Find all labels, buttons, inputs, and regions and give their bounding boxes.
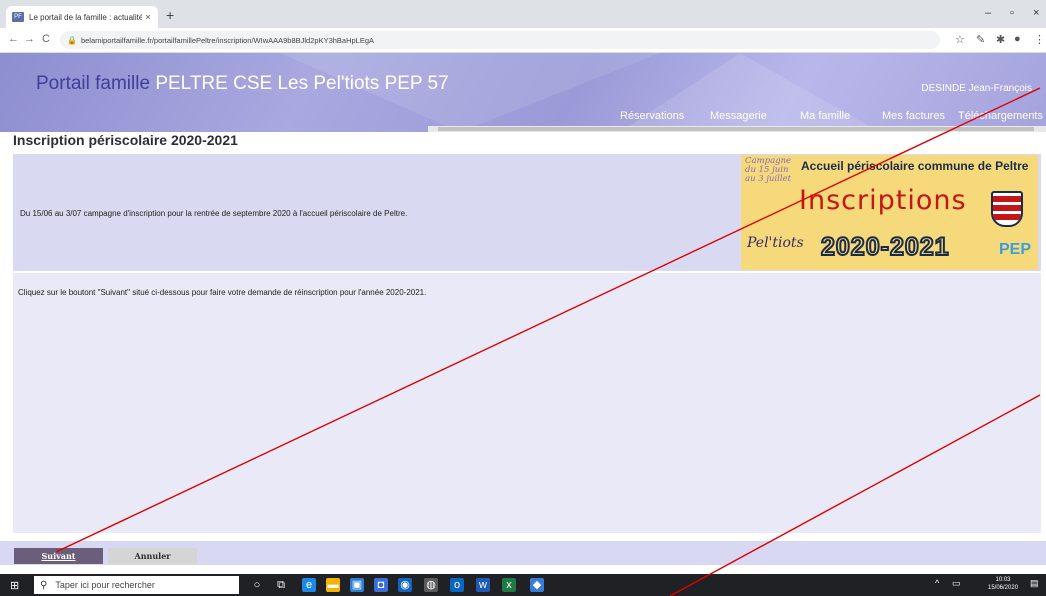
clock-date: 15/06/2020 xyxy=(988,585,1019,591)
windows-taskbar: ⊞ ⚲ Taper ici pour rechercher ○ ⧉ e ▬ ▣ … xyxy=(0,574,1046,596)
notification-center-icon[interactable]: ▤ xyxy=(1030,578,1039,589)
nav-messagerie[interactable]: Messagerie xyxy=(710,110,767,122)
browser-tab-bar: PF Le portail de la famille : actualités… xyxy=(0,0,1046,28)
tab-close-icon[interactable]: × xyxy=(142,12,154,22)
campaign-panel: Du 15/06 au 3/07 campagne d'inscription … xyxy=(13,154,1041,271)
cortana-icon[interactable]: ○ xyxy=(250,578,264,592)
cancel-button[interactable]: Annuler xyxy=(108,548,197,564)
file-explorer-icon[interactable]: ▬ xyxy=(326,578,340,592)
task-view-icon[interactable]: ⧉ xyxy=(274,578,288,592)
new-tab-button[interactable]: + xyxy=(166,8,174,22)
taskbar-search[interactable]: ⚲ Taper ici pour rechercher xyxy=(34,576,239,594)
clock-time: 10:03 xyxy=(995,577,1011,583)
edge-icon[interactable]: e xyxy=(302,578,316,592)
portal-site-name: PELTRE CSE Les Pel'tiots PEP 57 xyxy=(155,73,449,94)
nav-mes-factures[interactable]: Mes factures xyxy=(882,110,945,122)
close-window-button[interactable]: × xyxy=(1033,7,1039,19)
scrollbar-thumb[interactable] xyxy=(438,127,1034,131)
outlook-icon[interactable]: ◘ xyxy=(374,578,388,592)
inscription-banner-image: Campagne du 15 juin au 3 juillet Accueil… xyxy=(741,155,1038,270)
banner-peltiots-sign: Pel'tiots xyxy=(747,235,804,251)
profile-icon[interactable]: ● xyxy=(1014,33,1021,45)
system-clock[interactable]: 10:03 15/06/2020 xyxy=(988,576,1018,592)
url-text: belamiportailfamille.fr/portailfamillePe… xyxy=(80,35,375,45)
forward-button[interactable]: → xyxy=(24,33,35,45)
nav-ma-famille[interactable]: Ma famille xyxy=(800,110,850,122)
app-icon[interactable]: ◆ xyxy=(530,578,544,592)
search-icon: ⚲ xyxy=(40,579,48,591)
instruction-panel: Cliquez sur le boutont "Suivant" situé c… xyxy=(13,273,1041,533)
teams-outlook-icon[interactable]: o xyxy=(450,578,464,592)
banner-inscriptions: Inscriptions xyxy=(799,185,967,216)
back-button[interactable]: ← xyxy=(8,33,19,45)
banner-year: 2020-2021 xyxy=(820,232,950,262)
user-name[interactable]: DESINDE Jean-François xyxy=(921,83,1032,94)
app-icon[interactable]: ◉ xyxy=(398,578,412,592)
windows-start-icon[interactable]: ⊞ xyxy=(10,579,19,592)
bookmark-star-icon[interactable]: ☆ xyxy=(955,33,965,46)
coat-of-arms-icon xyxy=(991,191,1023,227)
minimize-button[interactable]: – xyxy=(985,7,991,19)
tray-chevron-icon[interactable]: ^ xyxy=(935,578,939,588)
portal-title[interactable]: Portail famille PELTRE CSE Les Pel'tiots… xyxy=(36,73,449,95)
banner-campaign-dates: Campagne du 15 juin au 3 juillet xyxy=(745,156,792,184)
nav-reservations[interactable]: Réservations xyxy=(620,110,684,122)
portal-brand: Portail famille xyxy=(36,73,151,94)
next-button[interactable]: Suivant xyxy=(14,548,103,564)
reload-button[interactable]: C xyxy=(42,33,50,45)
excel-icon[interactable]: x xyxy=(502,578,516,592)
tab-title: Le portail de la famille : actualités xyxy=(29,12,142,22)
extension-icon[interactable]: ✎ xyxy=(976,33,985,46)
address-bar-row: ← → C 🔒 belamiportailfamille.fr/portailf… xyxy=(0,28,1046,53)
pep-logo-icon: PEP xyxy=(999,241,1032,258)
chrome-icon[interactable]: ◍ xyxy=(424,578,438,592)
banner-heading: Accueil périscolaire commune de Peltre xyxy=(801,159,1029,173)
instruction-text: Cliquez sur le boutont "Suivant" situé c… xyxy=(18,288,427,297)
lock-icon: 🔒 xyxy=(67,35,77,45)
word-icon[interactable]: w xyxy=(476,578,490,592)
portal-header: Portail famille PELTRE CSE Les Pel'tiots… xyxy=(0,53,1046,132)
network-icon[interactable]: ▭ xyxy=(952,578,961,589)
horizontal-scrollbar[interactable] xyxy=(428,126,1046,132)
store-icon[interactable]: ▣ xyxy=(350,578,364,592)
extensions-puzzle-icon[interactable]: ✱ xyxy=(996,33,1005,46)
menu-kebab-icon[interactable]: ⋮ xyxy=(1034,33,1045,46)
url-bar[interactable]: 🔒 belamiportailfamille.fr/portailfamille… xyxy=(60,31,940,49)
page-title: Inscription périscolaire 2020-2021 xyxy=(13,132,238,148)
search-placeholder: Taper ici pour rechercher xyxy=(55,580,155,590)
campaign-text: Du 15/06 au 3/07 campagne d'inscription … xyxy=(20,209,408,218)
nav-telechargements[interactable]: Téléchargements xyxy=(958,110,1043,122)
maximize-button[interactable]: ▫ xyxy=(1010,7,1014,19)
favicon-icon: PF xyxy=(12,12,24,22)
browser-tab[interactable]: PF Le portail de la famille : actualités… xyxy=(6,6,158,28)
